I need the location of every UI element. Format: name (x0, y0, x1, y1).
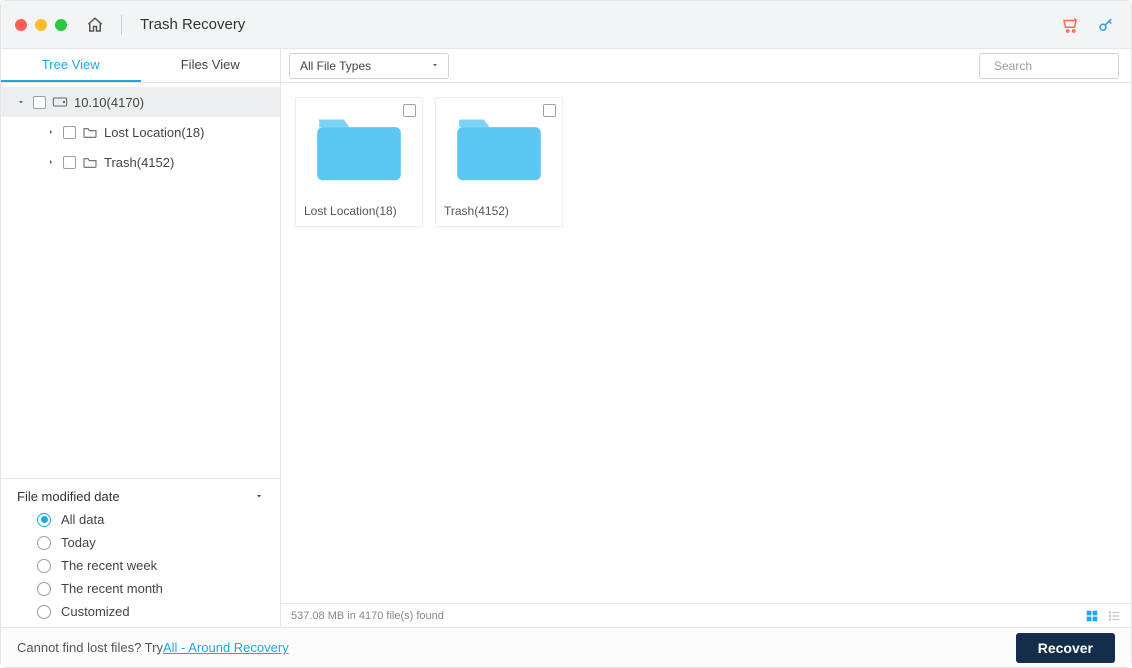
sidebar: 10.10(4170) Lost Location(18) (1, 83, 281, 627)
footer-prompt: Cannot find lost files? Try (17, 640, 163, 655)
list-icon (1107, 609, 1121, 623)
tile-checkbox[interactable] (403, 104, 416, 117)
tree-checkbox[interactable] (63, 156, 76, 169)
date-filter-panel: File modified date All data Today The re… (1, 478, 280, 627)
tree-checkbox[interactable] (63, 126, 76, 139)
date-filter-option-month[interactable]: The recent month (37, 581, 264, 596)
radio-label: Customized (61, 604, 130, 619)
radio-icon (37, 582, 51, 596)
tree-checkbox[interactable] (33, 96, 46, 109)
tab-tree-view[interactable]: Tree View (1, 49, 141, 82)
tile-label: Lost Location(18) (296, 198, 422, 226)
radio-icon (37, 536, 51, 550)
status-bar: 537.08 MB in 4170 file(s) found (281, 603, 1131, 627)
toolbar: Tree View Files View All File Types (1, 49, 1131, 83)
minimize-window-button[interactable] (35, 19, 47, 31)
key-button[interactable] (1095, 14, 1117, 36)
date-filter-option-all[interactable]: All data (37, 512, 264, 527)
folder-tile[interactable]: Trash(4152) (435, 97, 563, 227)
footer: Cannot find lost files? Try All - Around… (1, 627, 1131, 667)
key-icon (1097, 16, 1115, 34)
tree-row-label: Lost Location(18) (104, 125, 204, 140)
close-window-button[interactable] (15, 19, 27, 31)
radio-label: The recent month (61, 581, 163, 596)
radio-label: All data (61, 512, 104, 527)
view-tabs: Tree View Files View (1, 49, 281, 82)
content-area: Lost Location(18) Trash(4152) 537.08 MB … (281, 83, 1131, 627)
chevron-right-icon[interactable] (45, 127, 57, 137)
date-filter-options: All data Today The recent week The recen… (17, 512, 264, 619)
drive-icon (52, 95, 68, 109)
chevron-down-icon (254, 489, 264, 504)
date-filter-option-today[interactable]: Today (37, 535, 264, 550)
cart-icon (1061, 16, 1079, 34)
search-input[interactable] (994, 59, 1132, 73)
chevron-down-icon[interactable] (15, 97, 27, 107)
radio-label: The recent week (61, 558, 157, 573)
radio-icon (37, 513, 51, 527)
recover-button[interactable]: Recover (1016, 633, 1115, 663)
radio-icon (37, 605, 51, 619)
page-title: Trash Recovery (140, 16, 245, 33)
tree-child-row[interactable]: Lost Location(18) (1, 117, 280, 147)
tree-row-label: Trash(4152) (104, 155, 174, 170)
chevron-down-icon (430, 59, 440, 73)
tree-root-row[interactable]: 10.10(4170) (1, 87, 280, 117)
folder-icon (82, 155, 98, 169)
tree-child-row[interactable]: Trash(4152) (1, 147, 280, 177)
radio-label: Today (61, 535, 96, 550)
file-tree: 10.10(4170) Lost Location(18) (1, 83, 280, 478)
file-grid: Lost Location(18) Trash(4152) (281, 83, 1131, 603)
main-area: 10.10(4170) Lost Location(18) (1, 83, 1131, 627)
date-filter-title: File modified date (17, 489, 120, 504)
folder-icon (82, 125, 98, 139)
folder-tile[interactable]: Lost Location(18) (295, 97, 423, 227)
view-toggle (1085, 609, 1121, 623)
tile-label: Trash(4152) (436, 198, 562, 226)
file-type-select[interactable]: All File Types (289, 53, 449, 79)
window-controls (15, 19, 67, 31)
list-view-button[interactable] (1107, 609, 1121, 623)
chevron-right-icon[interactable] (45, 157, 57, 167)
file-type-select-label: All File Types (300, 59, 371, 73)
home-icon (86, 16, 104, 34)
grid-icon (1085, 609, 1099, 623)
date-filter-header[interactable]: File modified date (17, 489, 264, 504)
maximize-window-button[interactable] (55, 19, 67, 31)
all-around-recovery-link[interactable]: All - Around Recovery (163, 640, 289, 655)
cart-button[interactable] (1059, 14, 1081, 36)
title-separator (121, 15, 122, 35)
tab-files-view[interactable]: Files View (141, 49, 281, 82)
grid-view-button[interactable] (1085, 609, 1099, 623)
date-filter-option-custom[interactable]: Customized (37, 604, 264, 619)
date-filter-option-week[interactable]: The recent week (37, 558, 264, 573)
tree-row-label: 10.10(4170) (74, 95, 144, 110)
tile-checkbox[interactable] (543, 104, 556, 117)
radio-icon (37, 559, 51, 573)
status-text: 537.08 MB in 4170 file(s) found (291, 610, 444, 622)
titlebar: Trash Recovery (1, 1, 1131, 49)
home-button[interactable] (83, 13, 107, 37)
search-box[interactable] (979, 53, 1119, 79)
